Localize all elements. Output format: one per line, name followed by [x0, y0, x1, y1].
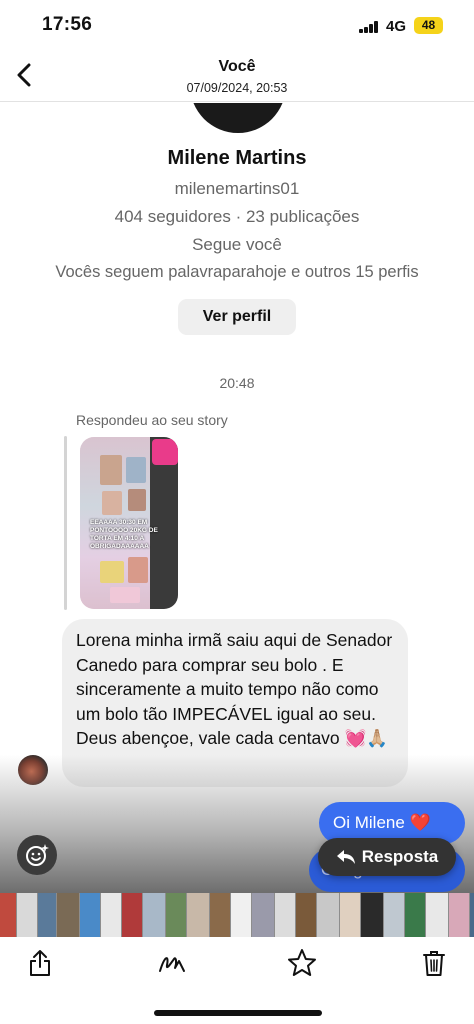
mutual-followers: Vocês seguem palavraparahoje e outros 15… [55, 263, 419, 281]
favorite-button[interactable] [284, 945, 320, 981]
screenshot-content: Milene Martins milenemartins01 404 segui… [0, 103, 474, 893]
reply-button[interactable]: Resposta [318, 838, 456, 876]
view-profile-button[interactable]: Ver perfil [178, 299, 296, 335]
favorite-star-icon [288, 949, 316, 976]
trash-icon [423, 951, 445, 976]
share-button[interactable] [22, 945, 58, 981]
home-indicator[interactable] [154, 1010, 322, 1016]
message-timestamp: 20:48 [219, 375, 255, 391]
story-thumbnail[interactable]: Eeaaaa 30:30 em pontoooo 20kg de torta e… [80, 437, 178, 609]
incoming-message: Lorena minha irmã saiu aqui de Senador C… [62, 619, 408, 787]
profile-stats: 404 seguidores · 23 publicações [114, 207, 360, 226]
share-icon [30, 950, 50, 976]
follows-you-label: Segue você [192, 235, 282, 254]
profile-username: milenemartins01 [174, 179, 300, 198]
markup-button[interactable] [154, 945, 190, 981]
markup-icon [159, 957, 185, 972]
sender-avatar [18, 755, 48, 785]
photo-viewer-header: Você 07/09/2024, 20:53 [0, 52, 474, 102]
status-time: 17:56 [42, 14, 93, 35]
profile-avatar [190, 103, 286, 133]
reply-button-label: Resposta [361, 847, 439, 866]
header-title: Você [218, 58, 256, 75]
live-text-button[interactable] [17, 835, 57, 875]
network-type: 4G [386, 18, 407, 35]
cellular-signal-icon [359, 21, 379, 33]
battery-icon: 48 [414, 17, 443, 34]
delete-button[interactable] [416, 945, 452, 981]
header-subtitle: 07/09/2024, 20:53 [186, 81, 288, 95]
status-bar: 17:56 4G 48 [0, 0, 474, 52]
photo-thumbnail-strip[interactable] [0, 893, 474, 937]
reply-arrow-icon [336, 850, 355, 864]
story-overlay-text: Eeaaaa 30:30 em pontoooo 20kg de torta e… [90, 519, 158, 550]
story-reply-label: Respondeu ao seu story [76, 412, 228, 428]
profile-name: Milene Martins [167, 147, 307, 169]
reply-indicator-bar [64, 436, 67, 610]
smiley-sparkle-icon [26, 844, 49, 866]
